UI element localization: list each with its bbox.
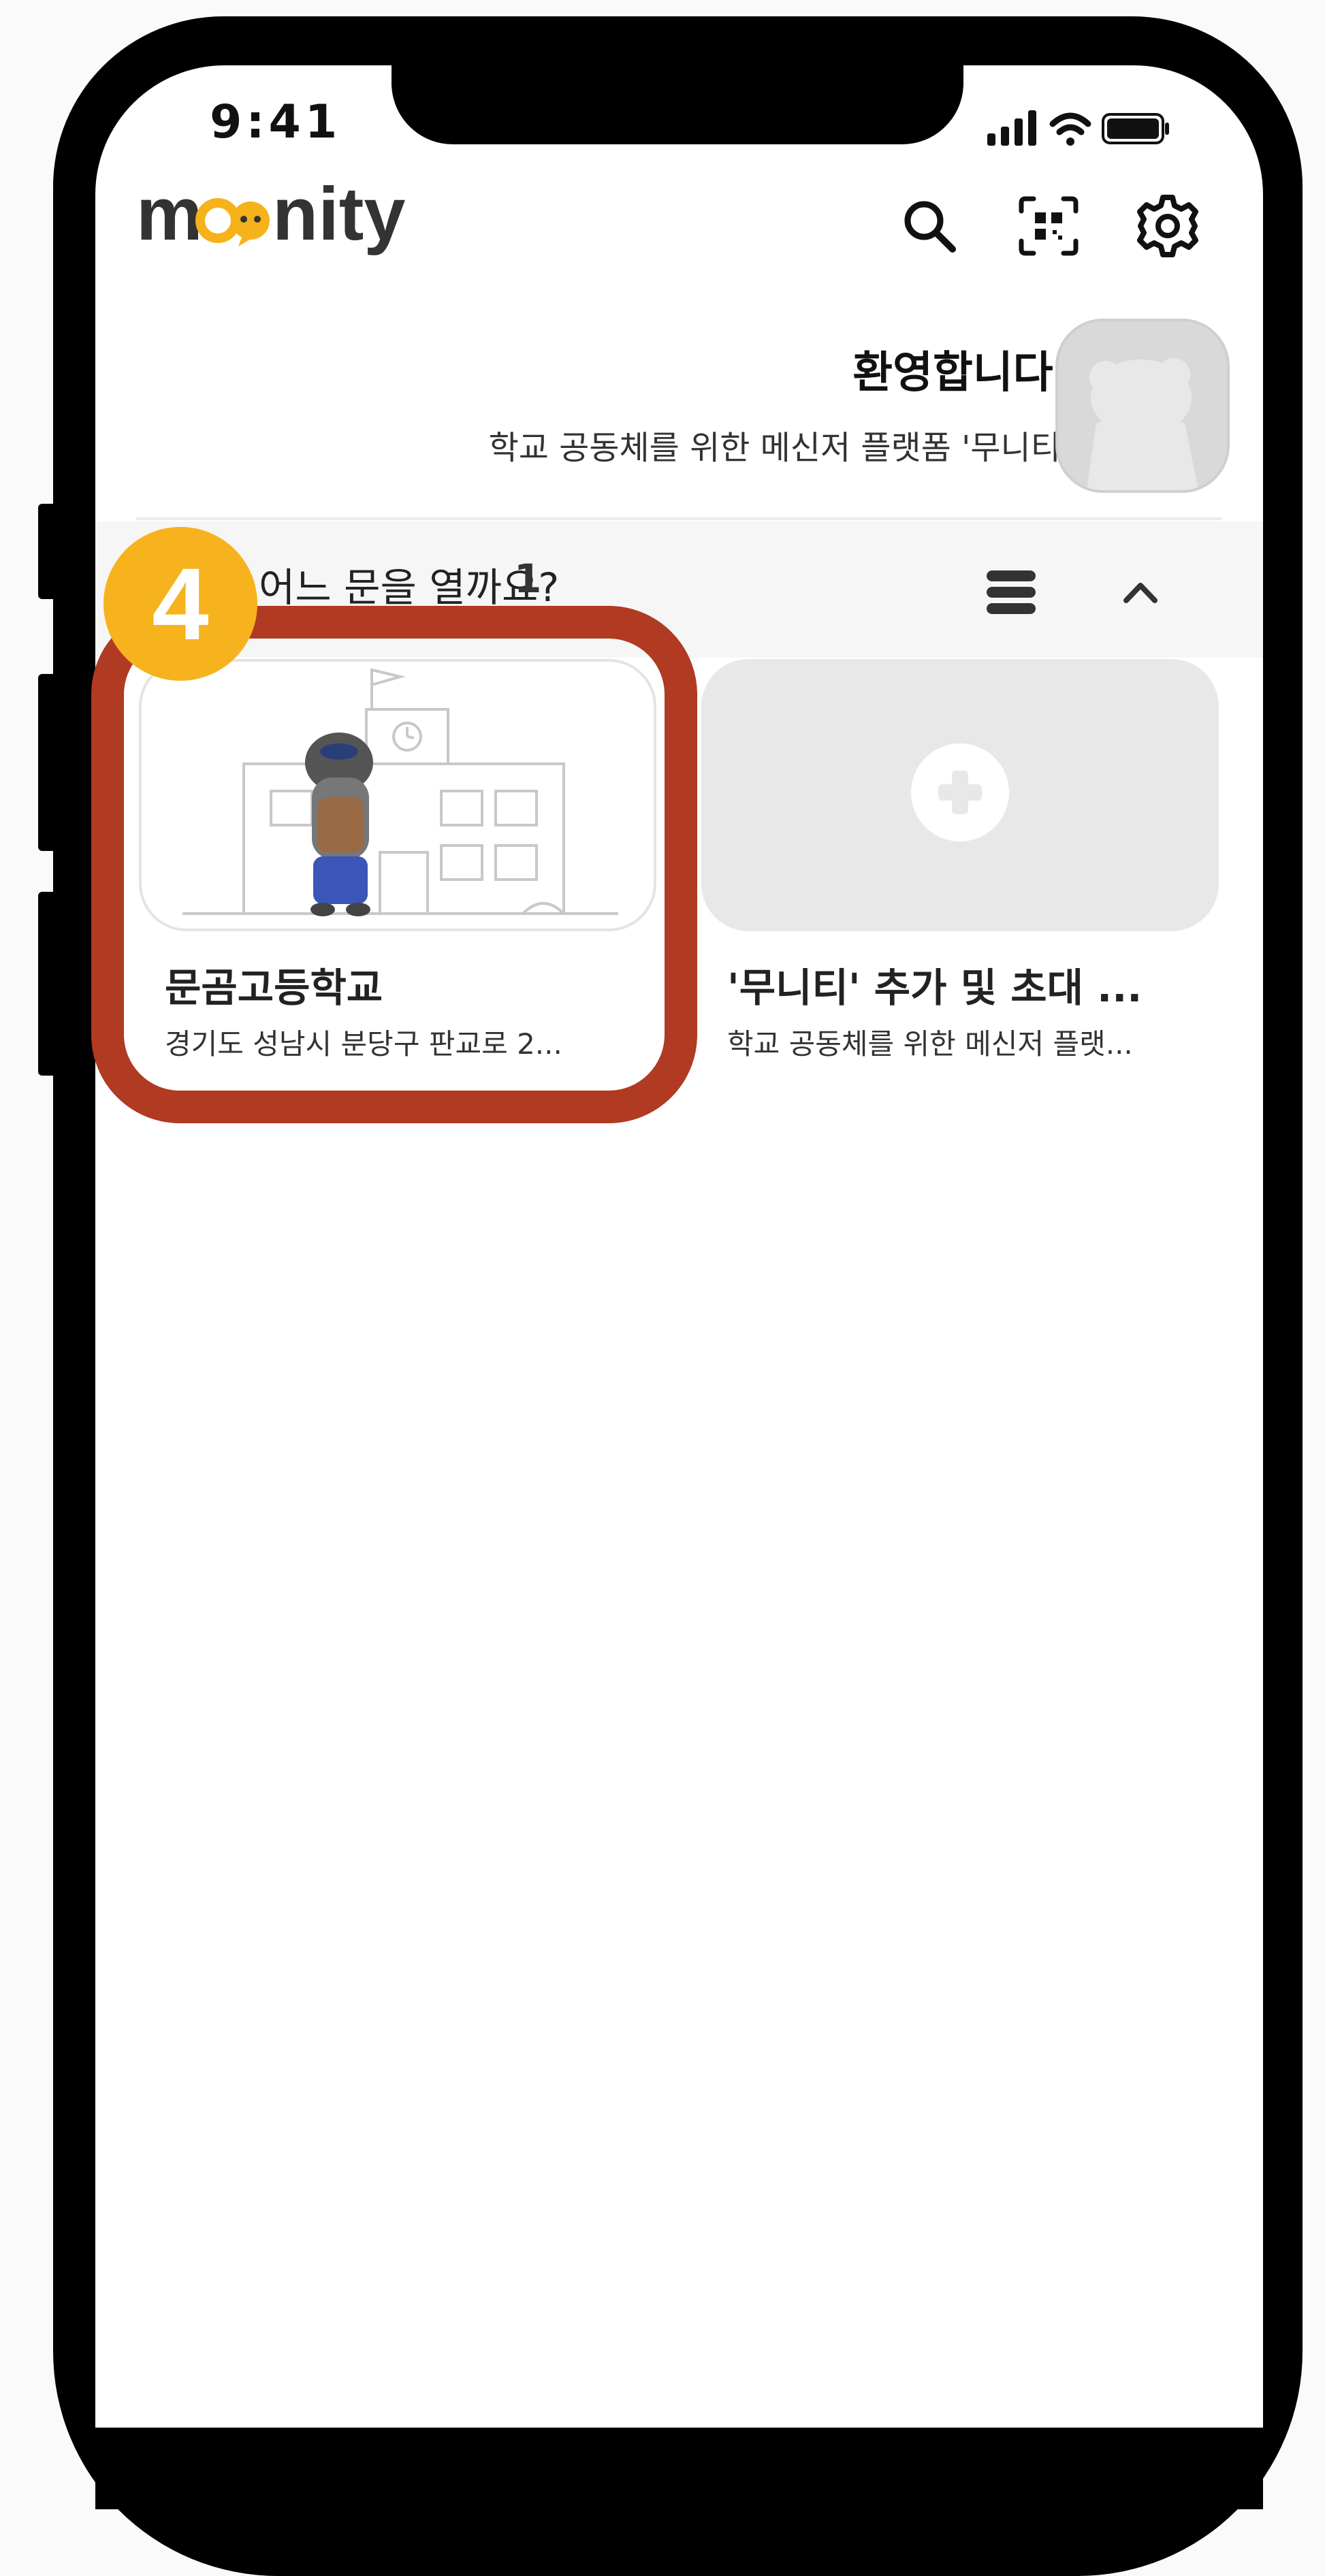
divider [136,517,1222,520]
tutorial-highlight [91,606,697,1123]
welcome-subtitle: 학교 공동체를 위한 메신저 플랫폼 '무니티' [488,429,1070,467]
settings-icon[interactable] [1134,192,1202,260]
avatar[interactable] [1055,319,1230,493]
status-icons [987,110,1169,146]
chevron-up-icon[interactable] [1117,569,1164,617]
app-screen: 9:41 m nity 환영합니다. 학교 공동체를 위한 메신저 플랫폼 '무… [95,65,1263,2428]
bear-silhouette-icon [1087,358,1198,490]
phone-bottom-bezel [95,2428,1263,2509]
wifi-icon [1049,112,1091,146]
svg-text:nity: nity [272,178,406,256]
moonity-logo[interactable]: m nity [136,178,422,260]
tutorial-step-badge: 4 [103,527,257,681]
section-count: 1 [514,556,542,602]
status-time: 9:41 [210,95,342,149]
add-invite-card[interactable]: '무니티' 추가 및 초대 ... 학교 공동체를 위한 메신저 플랫... [701,659,1219,1063]
cellular-signal-icon [987,110,1036,146]
card-subtitle: 학교 공동체를 위한 메신저 플랫... [727,1027,1133,1061]
phone-notch [392,65,963,144]
welcome-title: 환영합니다. [852,348,1070,398]
card-title: '무니티' 추가 및 초대 ... [727,965,1143,1011]
add-thumbnail [701,659,1219,931]
battery-icon [1102,113,1169,144]
plus-circle-icon [911,743,1009,841]
search-icon[interactable] [895,192,963,260]
list-icon[interactable] [984,565,1038,619]
svg-text:m: m [136,178,203,256]
qr-scan-icon[interactable] [1015,192,1083,260]
phone-volume-up [38,674,60,851]
phone-side-button [38,504,60,599]
phone-volume-down [38,892,60,1076]
